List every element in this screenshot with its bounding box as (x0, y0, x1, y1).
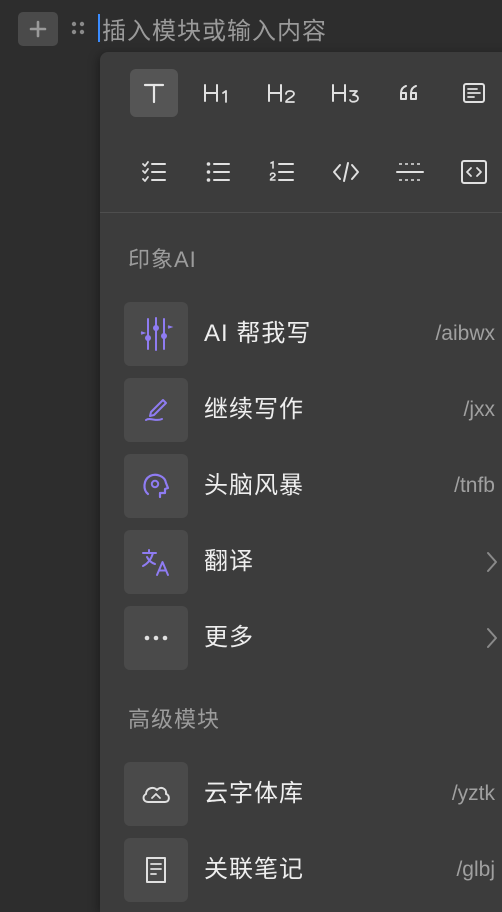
menu-item-translate[interactable]: 翻译 (124, 530, 502, 594)
more-icon-box (124, 606, 188, 670)
heading-2-button[interactable] (258, 69, 306, 117)
heading-1-icon (204, 84, 227, 103)
numbered-list-icon (269, 160, 294, 181)
menu-item-label: 头脑风暴 (204, 472, 304, 499)
menu-item-more[interactable]: 更多 (124, 606, 502, 670)
menu-divider (100, 212, 502, 213)
code-icon (333, 162, 359, 182)
embed-code-icon (461, 160, 487, 184)
menu-item-shortcut: /glbj (456, 858, 495, 881)
translate-icon-box (124, 530, 188, 594)
continue-writing-icon-box (124, 378, 188, 442)
menu-item-brainstorm[interactable]: 头脑风暴 /tnfb (124, 454, 502, 518)
callout-button[interactable] (450, 69, 498, 117)
menu-item-shortcut: /aibwx (435, 322, 495, 345)
heading-2-icon (268, 84, 295, 103)
callout-icon (463, 83, 485, 103)
menu-item-ai-write[interactable]: AI 帮我写 /aibwx (124, 302, 502, 366)
linked-note-icon (146, 857, 166, 883)
cloud-icon (142, 786, 170, 803)
editor-input[interactable]: 插入模块或输入内容 (98, 10, 327, 46)
menu-item-label: 关联笔记 (204, 856, 304, 883)
cloud-icon-box (124, 762, 188, 826)
menu-item-label: 更多 (204, 624, 254, 651)
translate-icon (142, 549, 169, 576)
linked-note-icon-box (124, 838, 188, 902)
code-button[interactable] (322, 148, 370, 196)
brainstorm-icon-box (124, 454, 188, 518)
quote-button[interactable] (386, 69, 434, 117)
menu-item-shortcut: /tnfb (454, 474, 495, 497)
text-icon (143, 83, 165, 104)
quote-icon (400, 85, 417, 100)
text-button[interactable] (130, 69, 178, 117)
menu-item-label: 翻译 (204, 548, 254, 575)
menu-item-linked-note[interactable]: 关联笔记 /glbj (124, 838, 502, 902)
add-block-button[interactable] (18, 12, 58, 46)
divider-button[interactable] (386, 148, 434, 196)
checklist-button[interactable] (130, 148, 178, 196)
heading-3-icon (332, 84, 359, 103)
chevron-right-icon (487, 552, 497, 572)
plus-icon (29, 20, 47, 38)
drag-handle-icon[interactable] (68, 18, 88, 38)
bullet-list-button[interactable] (194, 148, 242, 196)
menu-item-label: 继续写作 (204, 396, 304, 423)
ai-section-title: 印象AI (128, 247, 197, 272)
text-caret (98, 14, 100, 42)
divider-icon (396, 163, 424, 181)
heading-3-button[interactable] (322, 69, 370, 117)
advanced-section-title: 高级模块 (128, 707, 221, 732)
chevron-right-icon (487, 628, 497, 648)
editor-placeholder: 插入模块或输入内容 (102, 17, 327, 45)
menu-item-cloud-font[interactable]: 云字体库 /yztk (124, 762, 502, 826)
menu-item-shortcut: /yztk (451, 782, 495, 805)
menu-item-shortcut: /jxx (463, 398, 496, 421)
more-icon (144, 635, 168, 641)
checklist-icon (142, 161, 166, 182)
continue-writing-icon (145, 399, 167, 421)
menu-item-label: 云字体库 (204, 780, 304, 807)
insert-block-menu: 印象AI AI 帮我写 /aibwx 继续写作 /jxx 头脑风暴 /tnfb … (100, 52, 502, 912)
numbered-list-button[interactable] (258, 148, 306, 196)
ai-sparkle-icon (140, 317, 174, 351)
brainstorm-icon (143, 473, 170, 499)
menu-item-label: AI 帮我写 (204, 320, 312, 347)
heading-1-button[interactable] (194, 69, 242, 117)
embed-code-button[interactable] (450, 148, 498, 196)
ai-icon-box (124, 302, 188, 366)
menu-item-continue-writing[interactable]: 继续写作 /jxx (124, 378, 502, 442)
bullet-list-icon (206, 162, 230, 182)
